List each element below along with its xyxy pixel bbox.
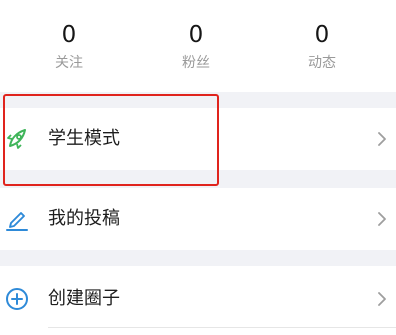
pencil-icon [4, 206, 30, 232]
menu-item-label: 创建圈子 [48, 288, 120, 309]
chevron-right-icon [376, 129, 388, 149]
stat-following-count: 0 [61, 22, 77, 48]
stat-posts[interactable]: 0 动态 [256, 0, 388, 92]
divider [48, 327, 396, 328]
chevron-right-icon [376, 289, 388, 309]
stat-followers-count: 0 [188, 22, 204, 48]
stat-posts-label: 动态 [308, 55, 336, 71]
stat-following[interactable]: 0 关注 [3, 0, 135, 92]
stat-followers[interactable]: 0 粉丝 [130, 0, 262, 92]
chevron-right-icon [376, 209, 388, 229]
stat-posts-count: 0 [314, 22, 330, 48]
stat-following-label: 关注 [55, 55, 83, 71]
highlight-box [3, 94, 219, 186]
stat-followers-label: 粉丝 [182, 55, 210, 71]
stats-bar: 0 关注 0 粉丝 0 动态 [0, 0, 396, 92]
plus-circle-icon [4, 286, 30, 312]
menu-item-my-submissions[interactable]: 我的投稿 [0, 188, 396, 250]
menu-item-create-circle[interactable]: 创建圈子 [0, 266, 396, 335]
menu-item-label: 我的投稿 [48, 208, 120, 229]
